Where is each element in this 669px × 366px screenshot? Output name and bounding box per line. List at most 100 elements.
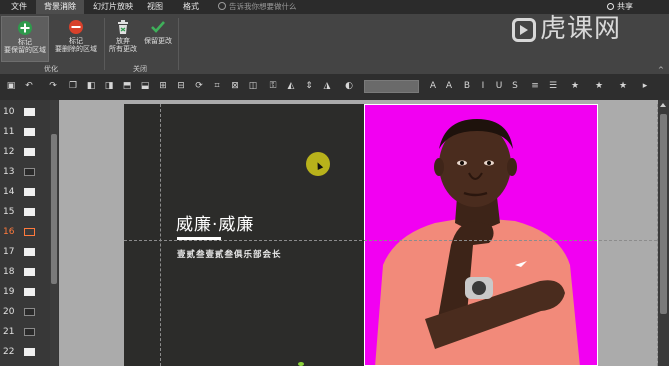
tell-me-search[interactable]: 告诉我你想要做什么 [218, 0, 297, 14]
font-color-icon[interactable]: A [428, 81, 438, 92]
undo-icon[interactable]: ↶ [24, 81, 34, 92]
crop-icon[interactable]: ⌗ [212, 81, 222, 92]
slide-thumbnail[interactable]: 18 [0, 262, 50, 282]
underline-icon[interactable]: U [494, 81, 504, 92]
flip-icon[interactable]: ◭ [286, 81, 296, 92]
slide-preview [24, 188, 35, 196]
menu-bar: 文件 背景消除 幻灯片放映 视图 格式 告诉我你想要做什么 共享 [0, 0, 669, 14]
slide-preview [24, 228, 35, 236]
slide-thumbnail[interactable]: 12 [0, 142, 50, 162]
align-center-icon[interactable]: ◨ [104, 81, 114, 92]
scroll-up-icon[interactable] [660, 103, 666, 107]
copy-icon[interactable]: ❐ [68, 81, 78, 92]
group-separator [178, 18, 179, 70]
strike-icon[interactable]: S [510, 81, 520, 92]
canvas-scroll-thumb[interactable] [660, 114, 667, 314]
share-button[interactable]: 共享 [607, 0, 633, 14]
align-left-icon[interactable]: ◧ [86, 81, 96, 92]
slide-thumbnail[interactable]: 21 [0, 322, 50, 342]
tab-slideshow[interactable]: 幻灯片放映 [86, 0, 140, 14]
logo-text: 虎课网 [540, 14, 622, 44]
collapse-ribbon-icon[interactable]: ^ [658, 66, 664, 74]
user-icon [607, 3, 614, 10]
font-grow-icon[interactable]: A [444, 81, 454, 92]
slide-preview [24, 308, 35, 316]
slide-thumbnail[interactable]: 10 [0, 102, 50, 122]
slide-number: 20 [3, 307, 15, 317]
slide-preview [24, 268, 35, 276]
guide-line-vertical [160, 104, 161, 366]
checkmark-icon [151, 21, 165, 33]
shape-icon[interactable]: ◮ [322, 81, 332, 92]
tab-view[interactable]: 视图 [140, 0, 170, 14]
thumbnail-scroll-thumb[interactable] [51, 134, 57, 284]
color-icon[interactable]: ◐ [344, 81, 354, 92]
select-icon[interactable]: ◫ [248, 81, 258, 92]
slide-thumbnail[interactable]: 20 [0, 302, 50, 322]
huke-logo: 虎课网 [512, 14, 662, 44]
list-icon[interactable]: ≡ [530, 81, 540, 92]
mark-remove-label: 标记 要删除的区域 [55, 37, 97, 53]
slide-thumbnail[interactable]: 14 [0, 182, 50, 202]
share-label: 共享 [617, 2, 633, 11]
save-icon[interactable]: ▣ [6, 81, 16, 92]
canvas-scrollbar[interactable] [658, 100, 669, 366]
mark-keep-button[interactable]: 标记 要保留的区域 [1, 16, 49, 62]
slide-preview [24, 148, 35, 156]
send-backward-icon[interactable]: ⬓ [140, 81, 150, 92]
bold-icon[interactable]: B [462, 81, 472, 92]
group-separator [104, 18, 105, 70]
group-icon[interactable]: ⊞ [158, 81, 168, 92]
bring-forward-icon[interactable]: ⬒ [122, 81, 132, 92]
slide-number: 22 [3, 347, 15, 357]
group-optimize-label: 优化 [44, 65, 58, 73]
tab-background-removal[interactable]: 背景消除 [36, 0, 84, 14]
distribute-icon[interactable]: ⊟ [176, 81, 186, 92]
slide-number: 14 [3, 187, 15, 197]
slide-preview [24, 128, 35, 136]
group-close-label: 关闭 [133, 65, 147, 73]
slide-title[interactable]: 威廉·威廉 [176, 210, 254, 235]
slide-number: 17 [3, 247, 15, 257]
slide-thumbnail[interactable]: 13 [0, 162, 50, 182]
font-size-field[interactable] [364, 80, 419, 93]
play-logo-icon [512, 18, 536, 42]
slide-thumbnail[interactable]: 15 [0, 202, 50, 222]
redo-icon[interactable]: ↷ [48, 81, 58, 92]
lightbulb-icon [218, 2, 226, 10]
arrange-icon[interactable]: ⊠ [230, 81, 240, 92]
guide-line-horizontal [124, 240, 657, 241]
slide-thumbnail-active[interactable]: 16 [0, 222, 50, 242]
lock-icon[interactable]: ⚿ [268, 81, 278, 92]
person-photo[interactable] [364, 104, 598, 366]
slide-thumbnail[interactable]: 17 [0, 242, 50, 262]
tab-format[interactable]: 格式 [176, 0, 206, 14]
slide-thumbnail[interactable]: 11 [0, 122, 50, 142]
mark-keep-label: 标记 要保留的区域 [4, 38, 46, 54]
slide-preview [24, 248, 35, 256]
person-illustration [375, 119, 580, 365]
keep-changes-button[interactable]: 保留更改 [140, 16, 176, 62]
slide-number: 21 [3, 327, 15, 337]
slide-thumbnail[interactable]: 22 [0, 342, 50, 362]
discard-label: 放弃 所有更改 [109, 37, 137, 53]
tab-file[interactable]: 文件 [2, 0, 36, 14]
star-outline-icon[interactable]: ★ [594, 81, 604, 92]
slide-subtitle[interactable]: 壹贰叁壹贰叁俱乐部会长 [177, 248, 282, 260]
size-icon[interactable]: ⇕ [304, 81, 314, 92]
format-toolbar: ▣ ↶ ↷ ❐ ◧ ◨ ⬒ ⬓ ⊞ ⊟ ⟳ ⌗ ⊠ ◫ ⚿ ◭ ⇕ ◮ ◐ A … [0, 74, 669, 100]
slide-number: 16 [3, 227, 15, 237]
overflow-icon[interactable]: ▸ [640, 81, 650, 92]
slide-thumbnail[interactable]: 19 [0, 282, 50, 302]
align-icon[interactable]: ☰ [548, 81, 558, 92]
star-icon[interactable]: ★ [570, 81, 580, 92]
star-gray-icon[interactable]: ★ [618, 81, 628, 92]
slide-preview [24, 348, 35, 356]
slide-preview [24, 288, 35, 296]
trash-icon [118, 20, 128, 34]
rotate-icon[interactable]: ⟳ [194, 81, 204, 92]
mark-remove-button[interactable]: 标记 要删除的区域 [51, 16, 101, 62]
discard-changes-button[interactable]: 放弃 所有更改 [106, 16, 140, 62]
slide-number: 18 [3, 267, 15, 277]
italic-icon[interactable]: I [478, 81, 488, 92]
